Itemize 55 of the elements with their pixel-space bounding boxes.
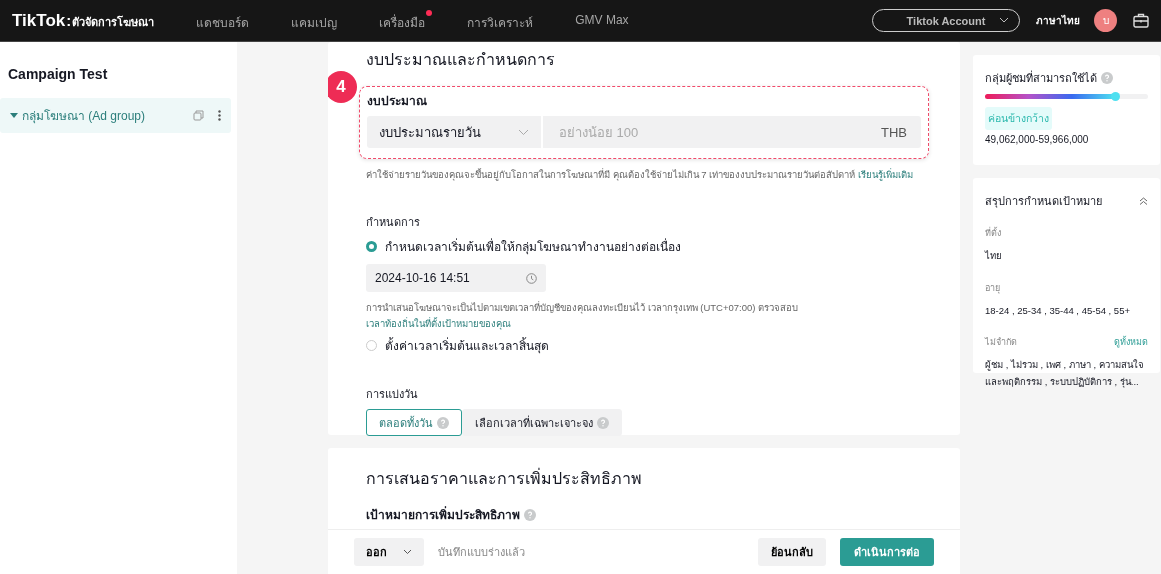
audience-range: 49,062,000-59,966,000: [985, 134, 1090, 145]
logo-separator: :: [66, 11, 72, 29]
start-time-field[interactable]: 2024-10-16 14:51: [366, 264, 546, 293]
caret-icon[interactable]: [10, 112, 18, 119]
collapse-icon[interactable]: [1139, 197, 1148, 205]
nav-link[interactable]: GMV Max: [575, 9, 636, 32]
nav-link[interactable]: การวิเคราะห์: [467, 9, 541, 32]
budget-type-select[interactable]: งบประมาณรายวัน: [367, 116, 542, 148]
audience-size-tag: ค่อนข้างกว้าง: [985, 107, 1052, 130]
field-label: การแบ่งวัน: [366, 387, 419, 403]
radio-option[interactable]: กำหนดเวลาเริ่มต้นเพื่อให้กลุ่มโฆษณาทำงานอย่างต่อเนื่อง: [366, 237, 681, 257]
clock-icon: [526, 272, 537, 284]
card-title: สรุปการกำหนดเป้าหมาย: [985, 194, 1102, 210]
nav-link[interactable]: แดชบอร์ด: [196, 9, 257, 32]
group-label: ที่ตั้ง: [985, 226, 1001, 240]
nav-link[interactable]: แคมเปญ: [291, 9, 345, 32]
budget-field[interactable]: อย่างน้อย 100 THB: [543, 116, 921, 148]
group-label: อายุ: [985, 281, 1000, 295]
chevron-down-icon[interactable]: [403, 549, 412, 555]
ad-group-item[interactable]: กลุ่มโฆษณา (Ad group): [0, 98, 231, 133]
section-title: งบประมาณและกำหนดการ: [366, 50, 556, 70]
language-selector[interactable]: ภาษาไทย: [1036, 13, 1080, 28]
field-label: เป้าหมายการเพิ่มประสิทธิภาพ: [366, 505, 520, 524]
budget-note: ค่าใช้จ่ายรายวันของคุณจะขึ้นอยู่กับโอกาสในการโฆษณาที่มี คุณต้องใช้จ่ายไม่เกิน 7 เท่าของงบประมาณรายวันต่อสัปดาห์ เรียนรู้เพิ่มเติม: [366, 167, 914, 183]
local-time-link[interactable]: เวลาท้องถิ่นในที่ตั้งเป้าหมายของคุณ: [366, 318, 511, 330]
campaign-title: Campaign Test: [8, 66, 109, 82]
meter-thumb: [1111, 92, 1121, 101]
card-title: กลุ่มผู้ชมที่สามารถใช้ได้: [985, 69, 1097, 87]
radio-icon[interactable]: [366, 241, 377, 253]
more-icon[interactable]: [218, 110, 221, 121]
field-label: กำหนดการ: [366, 215, 421, 231]
currency-label: THB: [881, 124, 907, 140]
group-value: ไทย: [985, 249, 1003, 263]
draft-status: บันทึกแบบร่างแล้ว: [438, 545, 526, 560]
exit-dropdown[interactable]: ออก: [354, 538, 424, 566]
group-label: ไม่จำกัด: [985, 336, 1017, 350]
radio-option[interactable]: ตั้งค่าเวลาเริ่มต้นและเวลาสิ้นสุด: [366, 336, 549, 356]
timezone-note: การนำเสนอโฆษณาจะเป็นไปตามเขตเวลาที่บัญชีของคุณลงทะเบียนไว้ เวลากรุงเทพ (UTC+07:00) ตรวจสอบ เวลาท้องถิ่นในที่ตั้งเป้าหมายของคุณ: [366, 300, 800, 332]
chevron-down-icon[interactable]: [999, 17, 1009, 23]
nav-link[interactable]: เครื่องมือ: [379, 9, 433, 32]
learn-more-link[interactable]: เรียนรู้เพิ่มเติม: [857, 169, 913, 180]
step-badge: 4: [328, 71, 357, 103]
briefcase-icon[interactable]: [1133, 13, 1149, 28]
group-value: 18-24 , 25-34 , 35-44 , 45-54 , 55+: [985, 303, 1131, 318]
product-name: ตัวจัดการโฆษณา: [72, 14, 155, 30]
back-button[interactable]: ย้อนกลับ: [758, 538, 826, 566]
field-label: งบประมาณ: [367, 93, 427, 110]
brand-logo[interactable]: TikTok: [12, 10, 66, 31]
segment-option[interactable]: ตลอดทั้งวัน: [366, 409, 462, 437]
segment-option[interactable]: เลือกเวลาที่เฉพาะเจาะจง: [462, 409, 622, 437]
view-all-link[interactable]: ดูทั้งหมด: [1114, 335, 1148, 350]
section-title: การเสนอราคาและการเพิ่มประสิทธิภาพ: [366, 467, 643, 489]
group-value: ผู้ชม , ไม่รวม , เพศ , ภาษา , ความสนใจและพฤติกรรม , ระบบปฏิบัติการ , รุ่น...: [985, 358, 1145, 390]
budget-input[interactable]: อย่างน้อย 100: [557, 123, 881, 141]
copy-icon[interactable]: [193, 110, 204, 121]
